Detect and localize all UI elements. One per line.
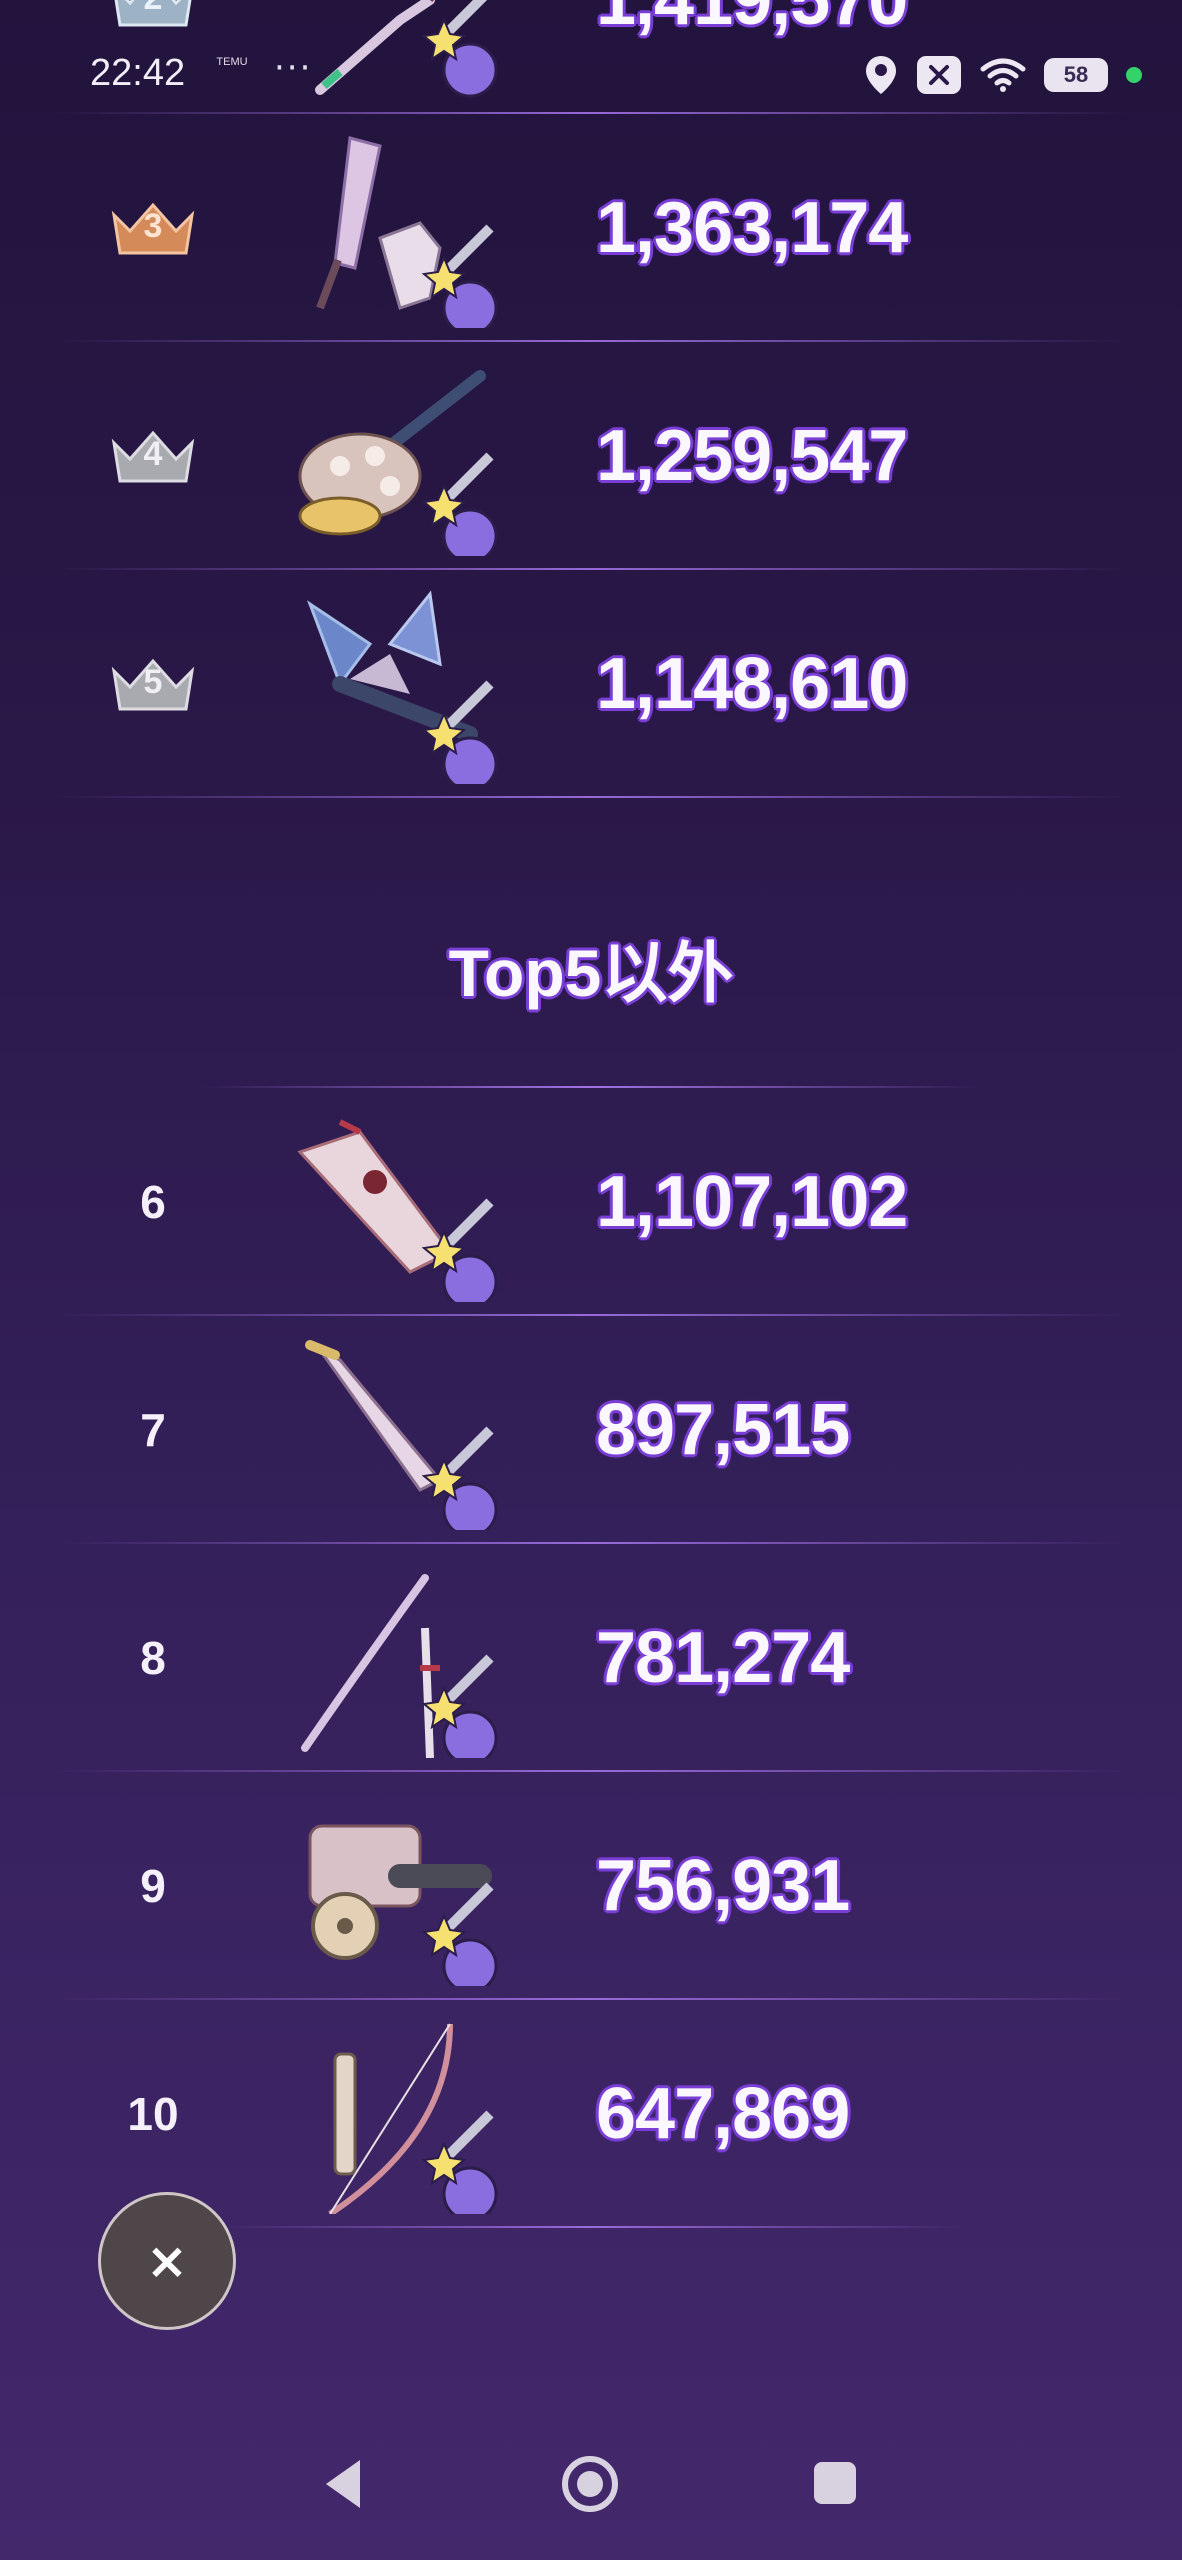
status-bar: 22:42 TEMU ··· 58 xyxy=(0,0,1182,150)
great-sword-icon xyxy=(316,136,498,328)
battery-icon: 58 xyxy=(1044,58,1108,92)
heavy-bowgun-icon xyxy=(308,1824,498,1986)
privacy-indicator-dot xyxy=(1126,67,1142,83)
ranking-row: 4 1,259,547 xyxy=(0,342,1182,570)
rank-number: 6 xyxy=(140,1176,166,1228)
rank-number: 8 xyxy=(140,1632,166,1684)
location-icon xyxy=(866,56,896,94)
ranking-row: 7 897,515 xyxy=(0,1316,1182,1544)
score: 1,148,610 xyxy=(596,644,908,724)
rank-number: 3 xyxy=(143,207,163,245)
ranking-row: 8 781,274 xyxy=(0,1544,1182,1772)
ranking-row: 9 756,931 xyxy=(0,1772,1182,2000)
score: 647,869 xyxy=(596,2074,850,2154)
rank-crown-bronze: 3 xyxy=(108,193,198,263)
bow-icon xyxy=(328,2023,498,2214)
system-navigation-bar xyxy=(0,2420,1182,2560)
score: 1,107,102 xyxy=(596,1162,908,1242)
temu-notification-icon: TEMU xyxy=(216,56,248,68)
close-box-icon xyxy=(917,56,961,94)
score: 897,515 xyxy=(596,1390,850,1470)
hammer-icon xyxy=(298,370,498,556)
score: 1,363,174 xyxy=(596,188,908,268)
rank-crown-gray: 4 xyxy=(108,421,198,491)
more-notifications-icon: ··· xyxy=(274,48,313,88)
rank-number: 5 xyxy=(143,663,163,701)
status-icons: 58 xyxy=(864,50,1142,100)
score: 781,274 xyxy=(596,1618,850,1698)
score: 756,931 xyxy=(596,1846,850,1926)
great-sword-icon xyxy=(297,1119,498,1302)
rank-number: 4 xyxy=(143,435,163,473)
close-button[interactable]: × xyxy=(98,2192,236,2330)
close-icon: × xyxy=(146,2232,188,2290)
rank-number: 7 xyxy=(140,1404,166,1456)
wifi-icon xyxy=(980,58,1026,92)
recents-nav-icon[interactable] xyxy=(812,2460,858,2506)
long-sword-icon xyxy=(301,1574,498,1758)
rank-crown-gray: 5 xyxy=(108,649,198,719)
winged-gunlance-icon xyxy=(306,590,498,784)
score: 1,259,547 xyxy=(596,416,908,496)
sword-and-shield-icon xyxy=(305,1340,498,1530)
rank-number: 10 xyxy=(127,2088,179,2140)
back-nav-icon[interactable] xyxy=(320,2456,366,2512)
status-time: 22:42 xyxy=(90,52,186,94)
rank-number: 9 xyxy=(140,1860,166,1912)
ranking-row: 6 1,107,102 xyxy=(0,1088,1182,1316)
home-nav-icon[interactable] xyxy=(560,2454,620,2514)
ranking-row: 5 1,148,610 xyxy=(0,570,1182,798)
section-title: Top5以外 xyxy=(448,936,734,1010)
